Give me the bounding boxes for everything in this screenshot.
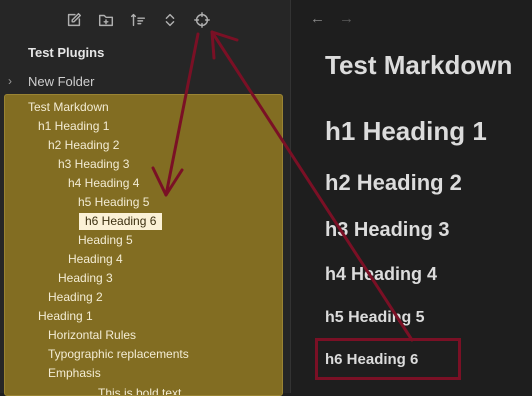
outline-item-h5[interactable]: h5 Heading 5 (78, 194, 149, 211)
outline-item-title[interactable]: Test Markdown (28, 99, 109, 116)
sort-icon[interactable] (126, 8, 150, 32)
heading-h6: h6 Heading 6 (325, 351, 419, 368)
new-note-icon[interactable] (62, 8, 86, 32)
heading-h1: h1 Heading 1 (325, 116, 487, 146)
file-explorer-sidebar: Test Plugins › New Folder Test Markdown … (0, 0, 291, 396)
outline-item-h3[interactable]: h3 Heading 3 (58, 156, 129, 173)
outline-item-h2[interactable]: h2 Heading 2 (48, 137, 119, 154)
outline-panel: Test Markdown h1 Heading 1 h2 Heading 2 … (4, 94, 283, 396)
outline-item-h6-active[interactable]: h6 Heading 6 (79, 213, 163, 230)
folder-new-folder[interactable]: › New Folder (8, 72, 94, 90)
outline-item-heading-2[interactable]: Heading 2 (48, 289, 103, 306)
heading-h2: h2 Heading 2 (325, 170, 462, 195)
explorer-toolbar (62, 8, 214, 32)
folder-label: New Folder (28, 73, 95, 89)
outline-item-h4[interactable]: h4 Heading 4 (68, 175, 139, 192)
outline-item-heading-3[interactable]: Heading 3 (58, 270, 113, 287)
heading-h4: h4 Heading 4 (325, 264, 438, 284)
outline-item-typographic[interactable]: Typographic replacements (48, 346, 189, 363)
forward-arrow-icon[interactable]: → (339, 10, 354, 27)
outline-item-horizontal-rules[interactable]: Horizontal Rules (48, 327, 136, 344)
document-title: Test Markdown (325, 50, 513, 80)
vault-title: Test Plugins (28, 45, 105, 60)
chevron-right-icon: › (8, 74, 12, 88)
navigation-buttons: ← → (310, 10, 354, 27)
new-folder-icon[interactable] (94, 8, 118, 32)
back-arrow-icon[interactable]: ← (310, 10, 325, 27)
outline-item-heading-4[interactable]: Heading 4 (68, 251, 123, 268)
outline-item-h1[interactable]: h1 Heading 1 (38, 118, 109, 135)
outline-item-heading-1[interactable]: Heading 1 (38, 308, 93, 325)
outline-item-bold-text[interactable]: This is bold text (98, 385, 181, 395)
outline-item-emphasis[interactable]: Emphasis (48, 365, 101, 382)
collapse-expand-icon[interactable] (158, 8, 182, 32)
heading-h5: h5 Heading 5 (325, 309, 425, 326)
locate-file-icon[interactable] (190, 8, 214, 32)
heading-h3: h3 Heading 3 (325, 219, 450, 241)
outline-item-heading-5[interactable]: Heading 5 (78, 232, 133, 249)
